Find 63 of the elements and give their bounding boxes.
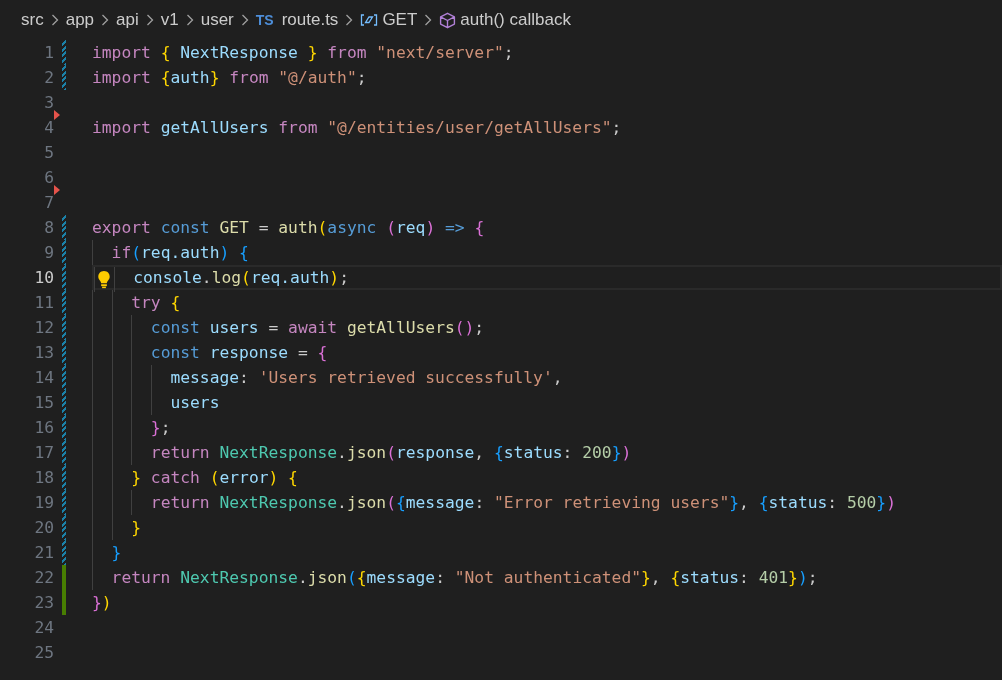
line-number: 22 (33, 568, 54, 587)
lightbulb-icon[interactable] (97, 270, 111, 289)
line-number: 21 (33, 543, 54, 562)
line-number: 2 (43, 68, 54, 87)
line-number: 1 (43, 43, 54, 62)
line-number: 14 (33, 368, 54, 387)
line-number: 5 (43, 143, 54, 162)
code-line: }) (92, 593, 112, 612)
chevron-icon (240, 14, 249, 26)
code-line: console.log(req.auth); (133, 268, 349, 287)
line-number: 11 (33, 293, 54, 312)
variable-icon (360, 13, 379, 27)
breadcrumb-item[interactable]: auth() callback (460, 10, 571, 30)
code-line: import {auth} from "@/auth"; (92, 68, 367, 87)
file-type-label: TS (255, 12, 274, 28)
line-number: 24 (33, 618, 54, 637)
line-number: 10 (33, 268, 54, 287)
code-line: users (170, 393, 220, 412)
code-line: try { (131, 293, 181, 312)
line-number: 3 (43, 93, 54, 112)
code-line: }; (150, 418, 171, 437)
line-number: 13 (33, 343, 54, 362)
line-number: 23 (33, 593, 54, 612)
code-line: const users = await getAllUsers(); (150, 318, 485, 337)
code-line: return NextResponse.json({message: "Not authenticated"}, {status: 401}); (111, 568, 818, 587)
code-line: import { NextResponse } from "next/server"; (92, 43, 514, 62)
code-line: import getAllUsers from "@/entities/user/getAllUsers"; (92, 118, 622, 137)
code-line: export const GET = auth(async (req) => { (92, 218, 485, 237)
chevron-icon (424, 14, 433, 26)
line-number: 16 (33, 418, 54, 437)
line-number: 12 (33, 318, 54, 337)
line-number: 19 (33, 493, 54, 512)
cube-icon (439, 11, 457, 29)
code-line: if(req.auth) { (111, 243, 249, 262)
breadcrumb-item[interactable]: GET (382, 10, 418, 30)
breadcrumb-item[interactable]: api (116, 10, 139, 30)
chevron-icon (145, 14, 154, 26)
line-number: 4 (43, 118, 54, 137)
line-number: 25 (33, 643, 54, 662)
chevron-icon (185, 14, 194, 26)
line-number: 7 (43, 193, 54, 212)
breadcrumb-item[interactable]: route.ts (281, 10, 339, 30)
code-line: return NextResponse.json({message: "Error retrieving users"}, {status: 500}) (150, 493, 896, 512)
line-number: 9 (43, 243, 54, 262)
line-number: 20 (33, 518, 54, 537)
code-line: return NextResponse.json(response, {status: 200}) (150, 443, 632, 462)
chevron-icon (101, 14, 110, 26)
line-number: 17 (33, 443, 54, 462)
line-number: 8 (43, 218, 54, 237)
code-line: const response = { (150, 343, 328, 362)
code-line: } catch (error) { (131, 468, 298, 487)
code-line: } (131, 518, 142, 537)
line-number: 18 (33, 468, 54, 487)
line-number: 15 (33, 393, 54, 412)
chevron-icon (50, 14, 59, 26)
line-number: 6 (43, 168, 54, 187)
code-line: } (111, 543, 122, 562)
chevron-icon (345, 14, 354, 26)
breadcrumb-item[interactable]: user (200, 10, 234, 30)
code-line: message: 'Users retrieved successfully', (170, 368, 563, 387)
breadcrumb-item[interactable]: app (65, 10, 95, 30)
breadcrumb-item[interactable]: src (21, 10, 44, 30)
breadcrumb-item[interactable]: v1 (160, 10, 179, 30)
